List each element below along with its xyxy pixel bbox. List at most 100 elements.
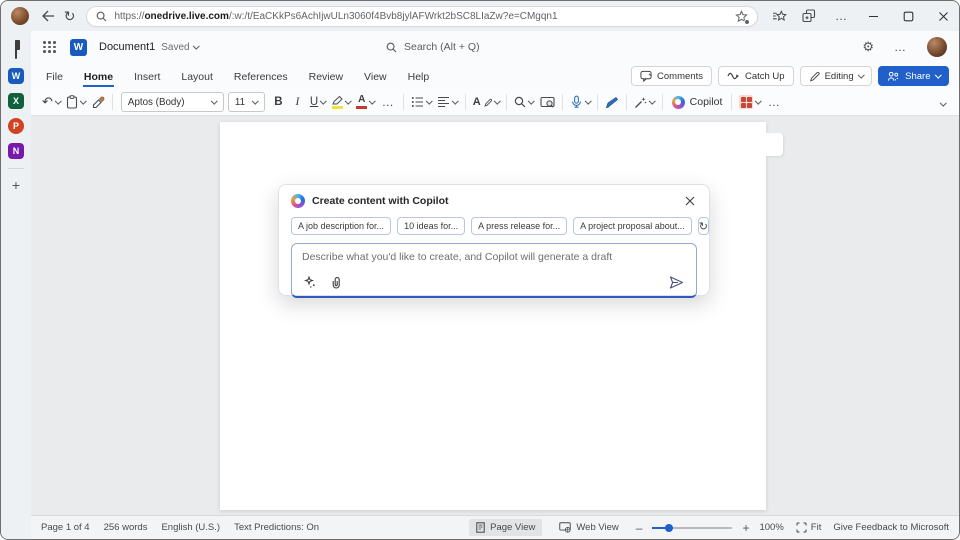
zoom-in-icon[interactable]: +: [742, 521, 749, 535]
catch-up-button[interactable]: Catch Up: [718, 66, 794, 86]
page-count[interactable]: Page 1 of 4: [41, 522, 90, 533]
minimize-icon[interactable]: [868, 11, 879, 22]
ribbon-collapse-icon[interactable]: [941, 93, 946, 111]
url-text: https://onedrive.live.com/:w:/t/EaCKkPs6…: [114, 11, 557, 22]
bookmark-star-icon[interactable]: [735, 10, 748, 23]
add-ins-button[interactable]: [736, 92, 764, 113]
editor-button[interactable]: [602, 92, 622, 113]
document-page[interactable]: [220, 122, 766, 510]
copilot-prompt-input[interactable]: [302, 251, 686, 273]
browser-profile-avatar[interactable]: [11, 7, 29, 25]
word-chrome: W Document1 Saved Search (Alt + Q) ⚙ … F…: [31, 31, 959, 116]
highlight-button[interactable]: [329, 92, 354, 113]
text-predictions[interactable]: Text Predictions: On: [234, 522, 319, 533]
tab-help[interactable]: Help: [407, 66, 431, 87]
address-bar[interactable]: https://onedrive.live.com/:w:/t/EaCKkPs6…: [86, 6, 758, 27]
feedback-link[interactable]: Give Feedback to Microsoft: [833, 522, 949, 533]
share-button[interactable]: Share: [878, 66, 949, 86]
tab-layout[interactable]: Layout: [180, 66, 214, 87]
align-button[interactable]: [434, 92, 461, 113]
editing-mode-button[interactable]: Editing: [800, 66, 873, 86]
tab-insert[interactable]: Insert: [133, 66, 161, 87]
web-view-button[interactable]: Web View: [552, 519, 625, 536]
word-app-icon[interactable]: W: [8, 68, 24, 84]
copilot-button[interactable]: Copilot: [667, 92, 728, 113]
close-icon[interactable]: [683, 194, 697, 208]
word-header: W Document1 Saved Search (Alt + Q) ⚙ …: [31, 31, 959, 63]
reading-coach-button[interactable]: [537, 92, 558, 113]
account-avatar[interactable]: [927, 37, 947, 57]
tab-view[interactable]: View: [363, 66, 388, 87]
tab-file[interactable]: File: [45, 66, 64, 87]
font-size-select[interactable]: 11: [228, 92, 265, 112]
zoom-out-icon[interactable]: –: [636, 521, 643, 535]
style-pen-icon: [484, 98, 492, 107]
gear-icon[interactable]: ⚙: [862, 39, 874, 55]
back-button[interactable]: [37, 5, 59, 27]
fit-button[interactable]: Fit: [794, 519, 824, 536]
format-painter-button[interactable]: [89, 92, 108, 113]
app-launcher-icon[interactable]: [43, 41, 56, 53]
browser-more-icon[interactable]: …: [831, 9, 852, 23]
page-view-button[interactable]: Page View: [469, 519, 542, 536]
close-icon[interactable]: [938, 11, 949, 22]
zoom-slider-thumb[interactable]: [665, 524, 673, 532]
maximize-icon[interactable]: [903, 11, 914, 22]
magic-wand-icon: [634, 96, 647, 109]
search-icon: [386, 42, 397, 53]
suggestion-chip[interactable]: A job description for...: [291, 217, 391, 235]
italic-button[interactable]: I: [288, 92, 307, 113]
search-icon: [96, 11, 107, 22]
zoom-slider[interactable]: [652, 527, 732, 529]
comment-icon: [640, 70, 652, 82]
underline-button[interactable]: U: [307, 92, 329, 113]
document-title[interactable]: Document1: [99, 41, 155, 53]
chevron-down-icon: [935, 71, 941, 77]
bold-button[interactable]: B: [269, 92, 288, 113]
save-status[interactable]: Saved: [161, 42, 198, 53]
clipboard-icon: [66, 95, 78, 109]
search-box[interactable]: Search (Alt + Q): [386, 31, 480, 63]
tab-references[interactable]: References: [233, 66, 289, 87]
tab-review[interactable]: Review: [308, 66, 344, 87]
auto-rewrite-button[interactable]: [631, 92, 658, 113]
dictate-button[interactable]: [567, 92, 594, 113]
bullets-button[interactable]: [408, 92, 435, 113]
font-color-button[interactable]: A: [353, 92, 378, 113]
refresh-suggestions-icon[interactable]: ↻: [698, 217, 709, 235]
sidebar-add-icon[interactable]: +: [12, 178, 20, 192]
font-group-more-icon[interactable]: …: [378, 95, 399, 109]
comments-button[interactable]: Comments: [631, 66, 712, 86]
collections-icon[interactable]: [802, 9, 816, 23]
undo-button[interactable]: ↶: [39, 92, 63, 113]
powerpoint-app-icon[interactable]: P: [8, 118, 24, 134]
copilot-prompt-box: [291, 243, 697, 298]
word-count[interactable]: 256 words: [104, 522, 148, 533]
margin-comment-tab[interactable]: [766, 133, 783, 156]
word-logo: W: [70, 39, 87, 56]
send-icon[interactable]: [669, 276, 684, 289]
rewrite-sparkle-icon[interactable]: [304, 276, 317, 289]
font-name-select[interactable]: Aptos (Body): [121, 92, 224, 112]
copilot-dialog: Create content with Copilot A job descri…: [278, 184, 710, 296]
language[interactable]: English (U.S.): [161, 522, 220, 533]
favorites-icon[interactable]: [772, 10, 787, 23]
toolbar-more-icon[interactable]: …: [764, 95, 785, 109]
styles-button[interactable]: A: [470, 92, 502, 113]
header-more-icon[interactable]: …: [890, 40, 911, 54]
find-button[interactable]: [511, 92, 537, 113]
paste-button[interactable]: [63, 92, 89, 113]
sidebar-divider: [8, 168, 24, 169]
excel-app-icon[interactable]: X: [8, 93, 24, 109]
suggestion-chip[interactable]: A project proposal about...: [573, 217, 692, 235]
suggestion-chip[interactable]: 10 ideas for...: [397, 217, 465, 235]
screen-search-icon: [540, 96, 555, 109]
onenote-app-icon[interactable]: N: [8, 143, 24, 159]
zoom-level[interactable]: 100%: [759, 522, 783, 533]
tab-home[interactable]: Home: [83, 66, 114, 87]
attach-icon[interactable]: [330, 276, 342, 289]
suggestion-chip[interactable]: A press release for...: [471, 217, 567, 235]
workspace-icon[interactable]: [15, 41, 17, 59]
refresh-icon[interactable]: ↻: [59, 5, 81, 27]
ribbon-toolbar: ↶ Aptos (Body) 11 B I U A …: [31, 89, 959, 116]
